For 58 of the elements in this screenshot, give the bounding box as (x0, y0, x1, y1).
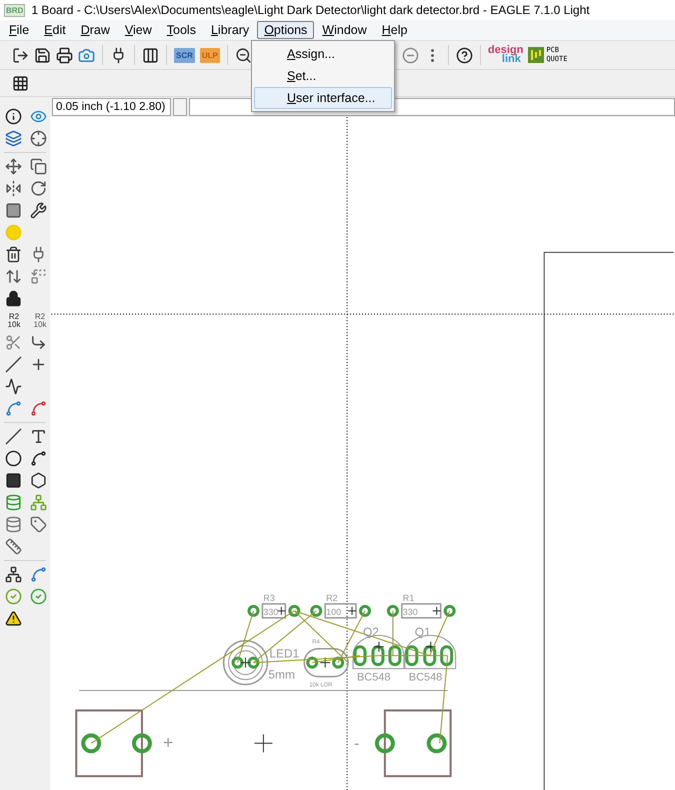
part-value: BC548 (357, 671, 390, 684)
menu-item[interactable]: Tools (160, 21, 203, 39)
origin-cross-icon (254, 734, 273, 753)
lock-icon[interactable] (5, 290, 22, 307)
window-title: 1 Board - C:\Users\Alex\Documents\eagle\Light Dark Detector\light dark detector.brd - EAGLE 7.1.0 Light (31, 3, 590, 17)
print-icon[interactable] (56, 46, 73, 64)
eye-icon[interactable] (30, 108, 47, 125)
warning-icon[interactable] (5, 610, 22, 627)
rotate-icon[interactable] (30, 180, 47, 197)
polarity-label: + (162, 732, 174, 752)
copy-icon[interactable] (30, 158, 47, 175)
menu-option[interactable]: User interface... (254, 87, 392, 109)
rect-icon[interactable] (5, 472, 22, 489)
part-value: 330 (402, 606, 418, 617)
columns-icon[interactable] (142, 46, 159, 64)
menu-item[interactable]: Help (374, 21, 414, 39)
circuit-board-icon (528, 47, 544, 63)
wrench-icon[interactable] (30, 202, 47, 219)
value-tool-button[interactable]: R2 10k (31, 312, 49, 328)
menu-item[interactable]: File (2, 21, 36, 39)
wire-icon[interactable] (5, 428, 22, 445)
app-icon: BRD (4, 4, 26, 16)
camera-icon[interactable] (78, 46, 95, 64)
circle-icon[interactable] (5, 450, 22, 467)
polarity-label: - (354, 735, 360, 752)
help-icon[interactable] (456, 46, 473, 64)
polygon-icon[interactable] (30, 472, 47, 489)
mirror-icon[interactable] (5, 180, 22, 197)
save-icon[interactable] (34, 46, 51, 64)
menu-item[interactable]: Window (315, 21, 374, 39)
menu-item[interactable]: Library (204, 21, 256, 39)
dimension-icon[interactable] (5, 538, 22, 555)
menu-item[interactable]: Options (257, 21, 314, 39)
designlink-logo[interactable]: design link (488, 46, 524, 64)
info-icon[interactable] (5, 108, 22, 125)
menu-item[interactable]: Draw (74, 21, 117, 39)
part-name: R1 (402, 592, 414, 603)
part-name: LED1 (269, 646, 300, 661)
menu-item[interactable]: View (118, 21, 159, 39)
part-name: R3 (263, 592, 275, 603)
part-value: BC548 (408, 671, 442, 684)
trash-icon[interactable] (5, 246, 22, 263)
part-name: R2 (326, 592, 338, 603)
move-icon[interactable] (5, 158, 22, 175)
coordinate-display: 0.05 inch (-1.10 2.80) (52, 98, 171, 116)
part-value: 330 (263, 606, 278, 617)
grid-icon[interactable] (12, 74, 29, 92)
text-icon[interactable] (30, 428, 47, 445)
exit-icon[interactable] (12, 46, 29, 64)
part-value: 100 (326, 606, 342, 617)
name-tool-button[interactable]: R2 10k (5, 312, 23, 328)
menu-option[interactable]: Set... (254, 65, 392, 87)
arc-icon[interactable] (30, 450, 47, 467)
part-value: 5mm (268, 667, 295, 682)
menu-item[interactable]: Edit (37, 21, 73, 39)
zoom-out-icon[interactable] (234, 46, 252, 64)
menu-option[interactable]: Assign... (254, 43, 392, 65)
layers-icon[interactable] (5, 130, 22, 147)
